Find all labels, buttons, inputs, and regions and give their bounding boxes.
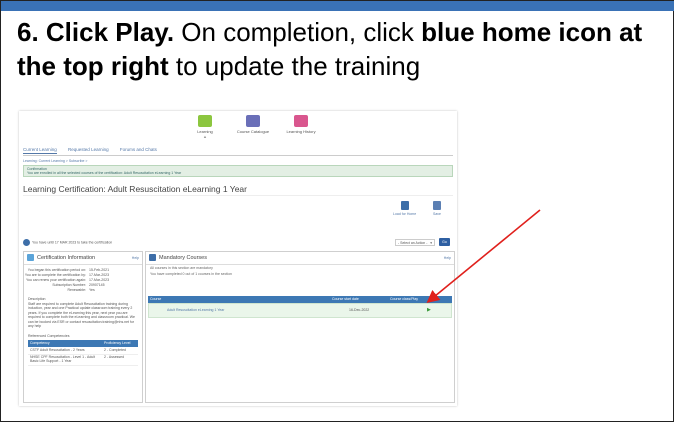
slide-frame: 6. Click Play. On completion, click blue… [0,0,674,422]
confirmation-text: You are enrolled in all the selected cou… [27,171,182,175]
learning-tabs: Current Learning Requested Learning Foru… [23,147,453,156]
renew-notice: You have until 17 MAR 2023 to take the c… [23,239,112,246]
load-for-home-label: Load for Home [393,212,417,216]
proficiency-level: 2 - Completed [104,347,126,352]
table-header: Course Course start date Course class/Pl… [148,296,452,303]
renew-text: You have until 17 MAR 2023 to take the c… [32,240,113,245]
confirmation-banner: Confirmation You are enrolled in all the… [23,165,453,177]
divider [23,195,453,196]
column-header: Proficiency Level [104,340,131,345]
mandatory-courses-header: Mandatory Courses Help [146,252,454,265]
table-row: Adult Resuscitation eLearning 1 Year 16-… [148,303,452,318]
page-title: Learning Certification: Adult Resuscitat… [23,184,247,194]
certification-info-panel: Certification Information Help You began… [23,251,143,403]
select-action-dropdown[interactable]: - Select an Action - ▾ [395,239,435,246]
tab-forums-and-chats[interactable]: Forums and Chats [120,147,157,153]
competency-name[interactable]: CSTF Adult Resuscitation - 2 Years [28,347,104,354]
course-catalogue-icon [246,115,260,127]
go-button[interactable]: Go [439,238,450,246]
column-header: Course class/Play [390,297,419,301]
nav-learning-history-label: Learning History [286,129,316,134]
certification-info-header: Certification Information Help [24,252,142,265]
instruction-text-part1: On completion, click [174,17,422,47]
certification-info-title: Certification Information [37,255,96,261]
field-label: Renewable: [67,288,86,292]
nav-learning-history[interactable]: Learning History [279,115,323,134]
instruction-text-part2: to update the training [168,51,421,81]
play-icon[interactable]: ▶ [407,304,431,317]
select-action-value: - Select an Action - [398,241,428,245]
competencies-table: Competency Proficiency Level CSTF Adult … [28,339,138,366]
certification-fields: You began this certification period on: 1… [24,268,142,293]
nav-course-catalogue[interactable]: Course Catalogue [231,115,275,134]
chevron-down-icon: ▾ [430,241,432,245]
courses-icon [149,254,156,262]
help-link[interactable]: Help [444,252,451,264]
column-header: Course [150,297,162,301]
help-link[interactable]: Help [132,252,139,264]
load-for-home-button[interactable]: Load for Home [393,201,416,216]
nav-course-catalogue-label: Course Catalogue [236,129,270,134]
instruction-step: 6. Click Play. [17,17,175,47]
caret-up-icon: ▲ [203,134,207,139]
referenced-competencies-heading: Referenced Competencies [28,333,70,338]
courses-table: Course Course start date Course class/Pl… [148,296,452,318]
home-icon [400,201,409,210]
description-text: Staff are required to complete Adult Res… [28,301,135,329]
instruction-text: 6. Click Play. On completion, click blue… [17,15,657,83]
certificate-icon [27,254,34,262]
table-row: NHSE CPF Resuscitation - Level 1 - Adult… [28,355,138,366]
nav-learning[interactable]: Learning ▲ [183,115,227,139]
save-button[interactable]: Save [433,201,441,216]
competency-name[interactable]: NHSE CPF Resuscitation - Level 1 - Adult… [28,355,104,365]
save-label: Save [433,212,441,216]
field-value: Yes [89,288,95,292]
column-header: Course start date [332,297,359,301]
completion-status: You have completed 0 out of 1 courses in… [150,272,232,276]
proficiency-level: 2 - Assessed [104,354,125,359]
learning-icon [198,115,212,127]
course-start-date: 16-Dec-2022 [349,308,370,312]
slide-top-band [1,1,674,11]
course-link[interactable]: Adult Resuscitation eLearning 1 Year [149,304,349,317]
tab-requested-learning[interactable]: Requested Learning [68,147,109,153]
mandatory-courses-panel: Mandatory Courses Help All courses in th… [145,251,455,403]
tab-current-learning[interactable]: Current Learning [23,147,57,154]
table-header: Competency Proficiency Level [28,339,138,347]
column-header: Competency [30,340,50,345]
mandatory-courses-title: Mandatory Courses [159,255,207,261]
field-row: Renewable: Yes [24,288,142,293]
save-icon [433,201,441,210]
table-row: CSTF Adult Resuscitation - 2 Years 2 - C… [28,347,138,355]
learning-history-icon [294,115,308,127]
renew-icon [23,239,30,246]
breadcrumb[interactable]: Learning: Current Learning > Subscribe > [23,159,87,163]
embedded-screenshot: Learning ▲ Course Catalogue Learning His… [19,111,457,406]
